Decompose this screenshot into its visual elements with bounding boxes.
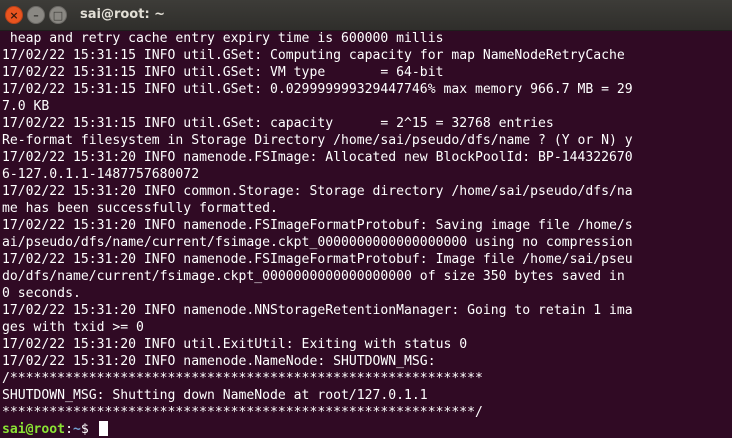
terminal-window: × – □ sai@root: ~ heap and retry cache e… [0,0,732,438]
terminal-line: 17/02/22 15:31:20 INFO namenode.FSImageF… [2,252,633,267]
terminal-line: ai/pseudo/dfs/name/current/fsimage.ckpt_… [2,235,633,250]
terminal-line: 17/02/22 15:31:15 INFO util.GSet: 0.0299… [2,82,633,97]
prompt-path: ~ [72,422,81,437]
terminal-output[interactable]: heap and retry cache entry expiry time i… [2,30,730,438]
terminal-line: ****************************************… [2,405,483,420]
terminal-line: 17/02/22 15:31:20 INFO namenode.FSImage:… [2,150,633,165]
terminal-line: 17/02/22 15:31:15 INFO util.GSet: capaci… [2,116,554,131]
prompt-separator: : [65,422,73,437]
window-title: sai@root: ~ [80,7,166,22]
terminal-line: me has been successfully formatted. [2,201,278,216]
terminal-line: 17/02/22 15:31:20 INFO namenode.NameNode… [2,354,436,369]
terminal-line: 17/02/22 15:31:20 INFO common.Storage: S… [2,184,633,199]
text-cursor [98,421,108,436]
terminal-line: heap and retry cache entry expiry time i… [2,31,444,46]
terminal-line: 17/02/22 15:31:15 INFO util.GSet: VM typ… [2,65,444,80]
terminal-line: /***************************************… [2,371,483,386]
minimize-button[interactable]: – [27,6,45,24]
terminal-line: do/dfs/name/current/fsimage.ckpt_0000000… [2,269,625,284]
terminal-line: 7.0 KB [2,99,50,114]
close-icon: × [9,9,19,22]
terminal-line: 17/02/22 15:31:15 INFO util.GSet: Comput… [2,48,625,63]
command-prompt[interactable]: sai@root:~$ [2,421,730,438]
terminal-lines: heap and retry cache entry expiry time i… [2,30,730,421]
terminal-line: 0 seconds. [2,286,81,301]
prompt-symbol: $ [80,422,97,437]
maximize-icon: □ [52,9,64,22]
terminal-line: 6-127.0.1.1-1487757680072 [2,167,200,182]
maximize-button[interactable]: □ [49,6,67,24]
terminal-line: ges with txid >= 0 [2,320,144,335]
terminal-line: SHUTDOWN_MSG: Shutting down NameNode at … [2,388,428,403]
terminal-line: 17/02/22 15:31:20 INFO util.ExitUtil: Ex… [2,337,468,352]
title-bar[interactable]: × – □ sai@root: ~ [0,0,732,31]
terminal-line: 17/02/22 15:31:20 INFO namenode.NNStorag… [2,303,633,318]
terminal-line: 17/02/22 15:31:20 INFO namenode.FSImageF… [2,218,633,233]
prompt-user-host: sai@root [2,422,66,437]
minimize-icon: – [33,9,39,22]
close-button[interactable]: × [5,6,23,24]
terminal-line: Re-format filesystem in Storage Director… [2,133,633,148]
